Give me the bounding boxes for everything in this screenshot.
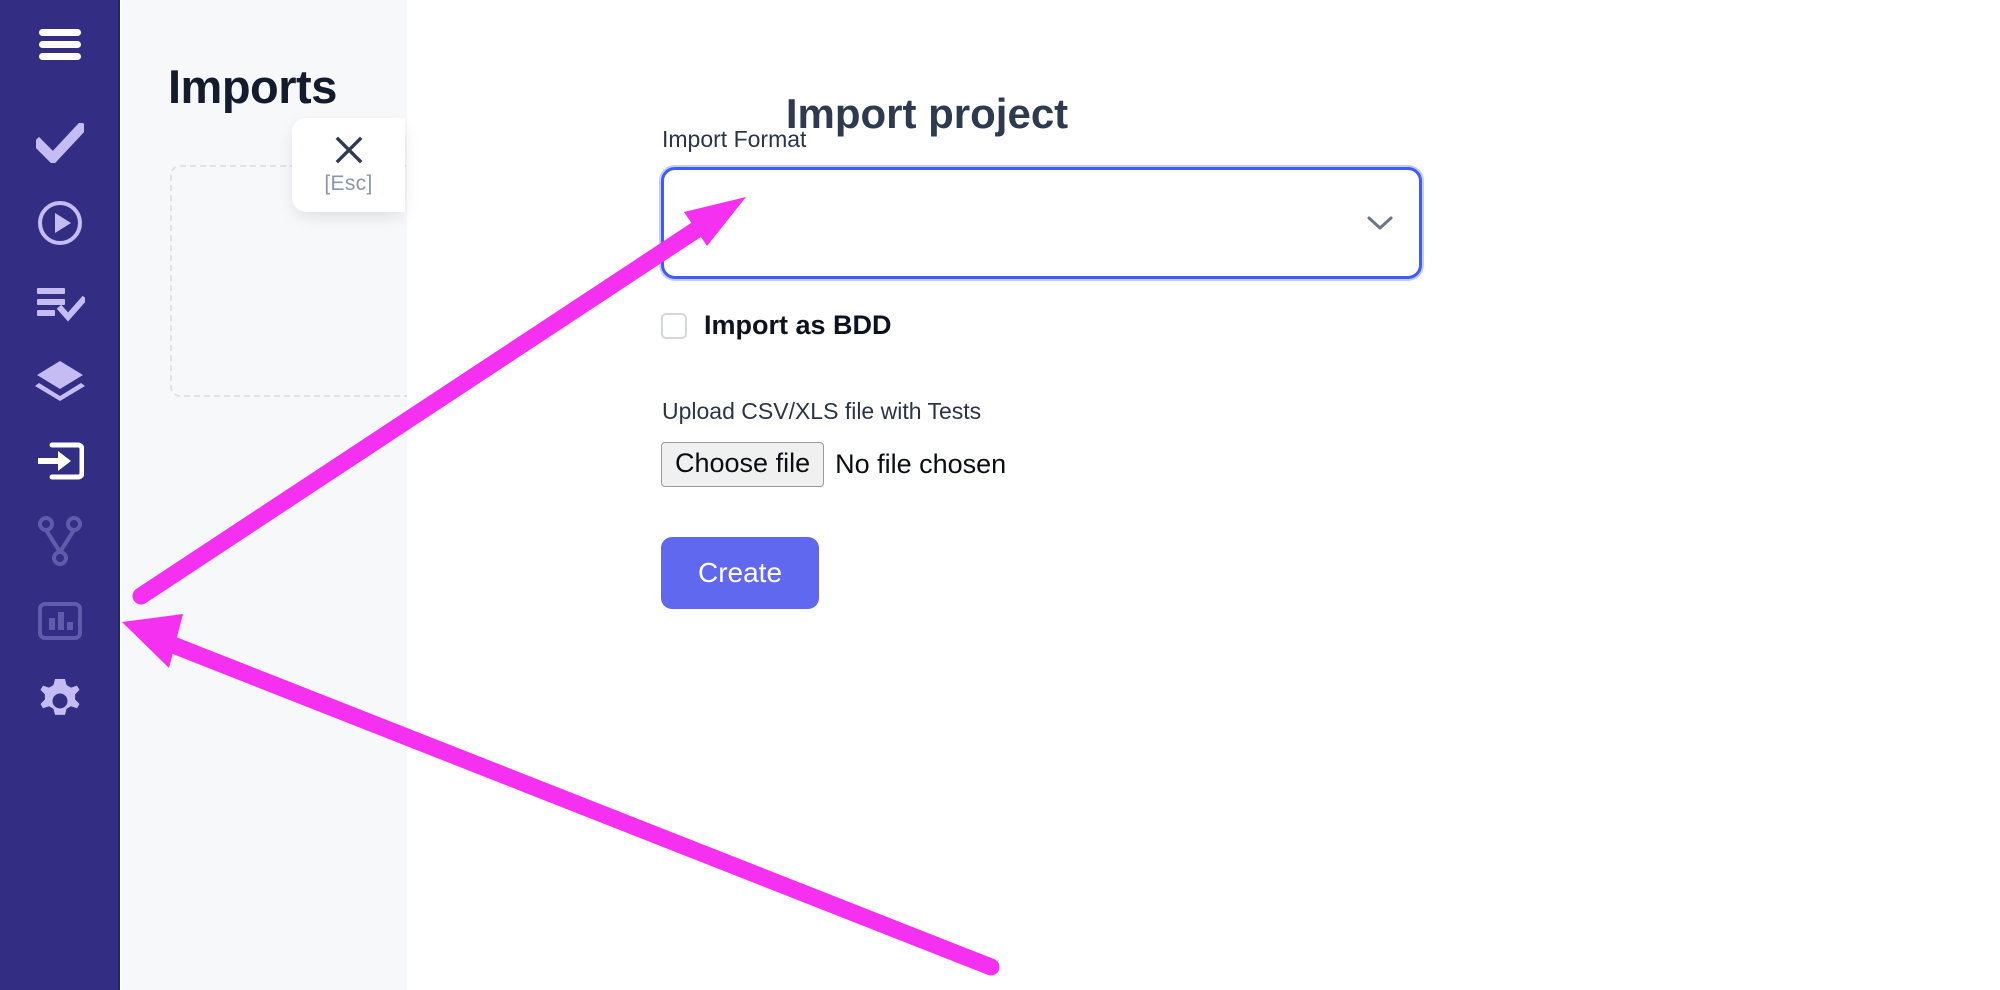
import-as-bdd-checkbox[interactable] [661,312,687,339]
layers-icon [35,359,85,403]
play-circle-icon [36,199,84,247]
upload-file-label: Upload CSV/XLS file with Tests [662,398,982,424]
sidebar-item-integrations[interactable] [0,510,120,572]
close-shortcut-label: [Esc] [324,171,373,195]
create-button[interactable]: Create [661,537,819,609]
sidebar-item-settings[interactable] [0,670,120,732]
import-format-label: Import Format [662,126,807,152]
sidebar-item-reports[interactable] [0,590,120,652]
import-as-bdd-row[interactable]: Import as BDD [661,310,892,341]
check-icon [36,123,84,163]
sidebar-item-suites[interactable] [0,350,120,412]
file-chosen-status: No file chosen [835,449,1007,479]
hamburger-menu-icon [38,28,82,62]
import-project-form: Import project Import Format Import as B… [407,0,2000,990]
sidebar-item-tests[interactable] [0,112,120,174]
git-merge-icon [38,516,82,566]
close-x-icon [334,135,364,165]
import-as-bdd-label[interactable]: Import as BDD [704,310,892,341]
page-title: Imports [168,60,337,114]
file-upload-row[interactable]: Choose file No file chosen [661,442,1006,487]
sidebar-item-runs[interactable] [0,192,120,254]
import-format-select-wrapper[interactable] [661,167,1422,279]
choose-file-button[interactable]: Choose file [661,442,825,487]
import-format-select[interactable] [661,167,1422,279]
form-heading: Import project [785,89,1069,137]
app-root: Imports [Esc] Import project Import Form… [0,0,2000,990]
sidebar-item-menu-toggle[interactable] [0,14,120,76]
gear-icon [36,677,84,725]
sidebar-item-test-plans[interactable] [0,272,120,334]
import-box-icon [36,439,84,483]
sidebar-rail [0,0,120,990]
sidebar-item-imports[interactable] [0,430,120,492]
bar-chart-icon [37,600,83,642]
list-check-icon [35,283,85,323]
close-panel-button[interactable]: [Esc] [292,118,405,212]
